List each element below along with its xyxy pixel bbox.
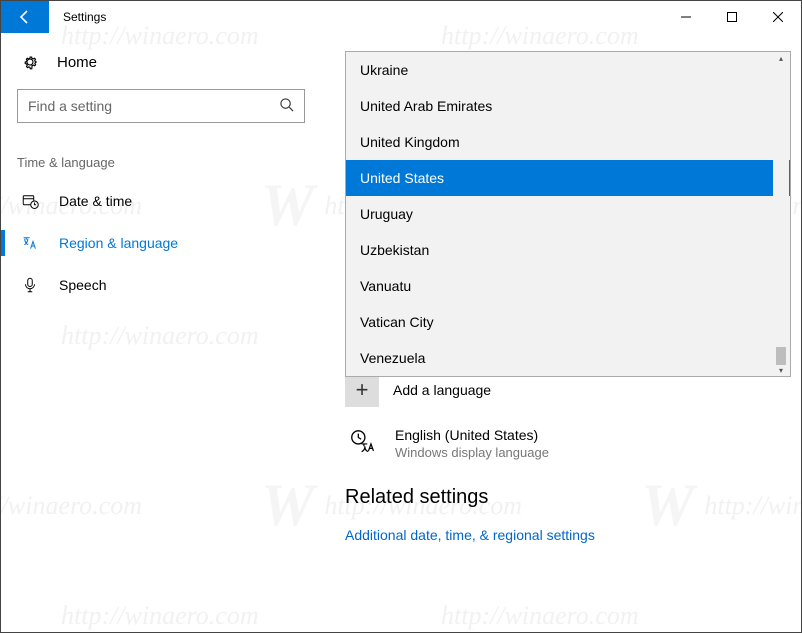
dropdown-option[interactable]: Uruguay [346,196,790,232]
sidebar-item-region-language[interactable]: Region & language [1,222,321,264]
dropdown-option[interactable]: United Kingdom [346,124,790,160]
search-input[interactable] [28,98,279,114]
dropdown-option[interactable]: Vanuatu [346,268,790,304]
close-button[interactable] [755,1,801,33]
scroll-down-icon[interactable]: ▾ [773,365,789,375]
additional-settings-link[interactable]: Additional date, time, & regional settin… [345,527,785,543]
sidebar-home-label: Home [57,54,97,71]
dropdown-option[interactable]: Uzbekistan [346,232,790,268]
plus-icon: + [345,373,379,407]
dropdown-option[interactable]: United Arab Emirates [346,88,790,124]
dropdown-option[interactable]: Vatican City [346,304,790,340]
language-name: English (United States) [395,427,549,443]
clock-language-icon [347,427,379,459]
sidebar-item-label: Region & language [59,235,178,251]
scroll-thumb[interactable] [776,347,786,365]
dropdown-option[interactable]: United States [346,160,790,196]
add-language-button[interactable]: + Add a language [345,373,785,407]
main-panel: UkraineUnited Arab EmiratesUnited Kingdo… [321,33,801,632]
language-subtitle: Windows display language [395,445,549,460]
sidebar: Home Time & language Date & time Region … [1,33,321,632]
sidebar-item-label: Date & time [59,193,132,209]
gear-icon [21,53,39,71]
microphone-icon [21,276,39,294]
search-icon [279,97,294,115]
close-icon [773,12,783,22]
titlebar-drag-area[interactable] [120,1,663,33]
search-input-wrap[interactable] [17,89,305,123]
dropdown-scrollbar[interactable]: ▴ ▾ [773,53,789,375]
related-settings-heading: Related settings [345,486,785,509]
sidebar-item-speech[interactable]: Speech [1,264,321,306]
dropdown-option[interactable]: Venezuela [346,340,790,376]
window-title: Settings [49,1,120,33]
language-entry[interactable]: English (United States) Windows display … [347,427,785,460]
sidebar-item-date-time[interactable]: Date & time [1,180,321,222]
dropdown-option[interactable]: Ukraine [346,52,790,88]
language-icon [21,234,39,252]
add-language-label: Add a language [393,382,491,398]
maximize-button[interactable] [709,1,755,33]
sidebar-group-header: Time & language [1,141,321,180]
minimize-button[interactable] [663,1,709,33]
minimize-icon [681,12,691,22]
back-button[interactable] [1,1,49,33]
sidebar-item-label: Speech [59,277,106,293]
calendar-clock-icon [21,192,39,210]
scroll-up-icon[interactable]: ▴ [773,53,789,63]
sidebar-home[interactable]: Home [1,43,321,85]
maximize-icon [727,12,737,22]
arrow-left-icon [17,9,33,25]
country-dropdown-list[interactable]: UkraineUnited Arab EmiratesUnited Kingdo… [345,51,791,377]
